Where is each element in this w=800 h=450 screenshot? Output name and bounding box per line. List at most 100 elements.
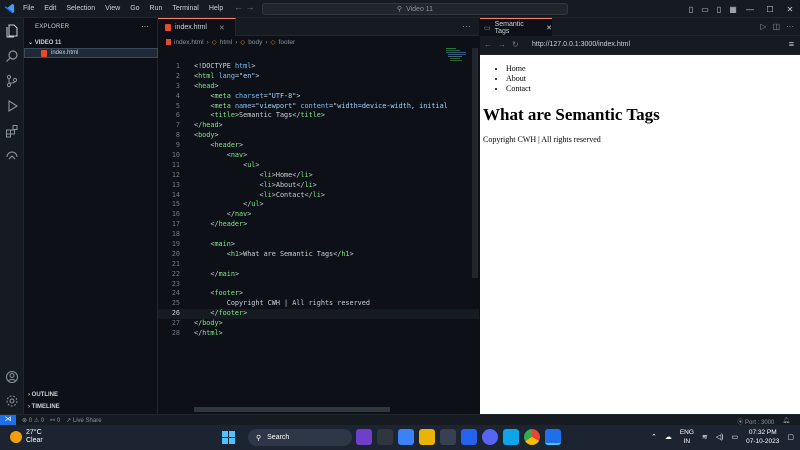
explorer-header: EXPLORER	[35, 24, 70, 30]
reload-icon[interactable]: ↻	[512, 40, 525, 49]
outline-section[interactable]: › OUTLINE	[28, 392, 58, 398]
code-line: 23	[171, 279, 180, 288]
code-line: 15 </ul>	[171, 200, 264, 209]
more-actions-icon[interactable]: ···	[462, 21, 471, 31]
forward-arrow-icon[interactable]: →	[498, 40, 512, 49]
element-icon: ◇	[211, 39, 217, 46]
remote-indicator-icon[interactable]: ⋊	[0, 415, 16, 425]
close-icon[interactable]: ✕	[780, 5, 800, 14]
split-editor-icon[interactable]: ◫	[772, 22, 780, 31]
back-arrow-icon[interactable]: ←	[234, 2, 243, 12]
clock[interactable]: 07:32 PM 07-10-2023	[746, 428, 779, 446]
html-file-icon	[166, 39, 171, 45]
breadcrumb-footer[interactable]: footer	[279, 39, 296, 46]
editor-app-icon[interactable]	[461, 429, 477, 445]
menu-selection[interactable]: Selection	[61, 5, 100, 12]
menu-run[interactable]: Run	[145, 5, 168, 12]
file-explorer-icon[interactable]	[419, 429, 435, 445]
more-actions-icon[interactable]: ···	[141, 22, 149, 31]
media-app-icon[interactable]	[503, 429, 519, 445]
settings-gear-icon[interactable]	[5, 394, 19, 408]
chevron-right-icon: ›	[235, 38, 238, 46]
more-actions-icon[interactable]: ···	[786, 22, 794, 31]
code-line: 8 <body>	[175, 131, 219, 140]
menu-bar: File Edit Selection View Go Run Terminal…	[18, 5, 228, 12]
explorer-icon[interactable]	[5, 24, 19, 38]
layout-icon[interactable]: ▦	[726, 5, 740, 14]
start-windows-icon[interactable]	[222, 431, 235, 444]
clock-date: 07-10-2023	[746, 438, 780, 445]
nav-list: Home About Contact	[506, 64, 531, 94]
menu-terminal[interactable]: Terminal	[167, 5, 203, 12]
weather-widget[interactable]: 27°C Clear	[10, 429, 43, 445]
run-debug-icon[interactable]	[5, 99, 19, 113]
maximize-icon[interactable]: ☐	[760, 5, 780, 14]
forward-arrow-icon[interactable]: →	[246, 2, 255, 12]
menu-help[interactable]: Help	[204, 5, 228, 12]
toggle-sidebar-icon[interactable]: ▯	[684, 5, 698, 14]
discord-icon[interactable]	[482, 429, 498, 445]
account-icon[interactable]	[5, 370, 19, 384]
toggle-panel-icon[interactable]: ▭	[698, 5, 712, 14]
remote-explorer-icon[interactable]	[5, 149, 19, 163]
problems-status[interactable]: ⊗ 0 ⚠ 0	[22, 417, 44, 424]
tab-index-html[interactable]: index.html ✕	[158, 18, 236, 36]
close-icon[interactable]: ✕	[546, 24, 552, 32]
command-center[interactable]: ⚲ Video 11	[262, 3, 568, 15]
vertical-scrollbar[interactable]	[472, 48, 478, 278]
menu-edit[interactable]: Edit	[39, 5, 61, 12]
code-area[interactable]: 1 <!DOCTYPE html> 2 <html lang="en"> 3 <hea…	[158, 62, 479, 339]
battery-icon[interactable]: ▭	[732, 433, 739, 441]
breadcrumb-file[interactable]: index.html	[174, 39, 204, 46]
history-nav: ← →	[234, 2, 255, 12]
volume-icon[interactable]: ◁)	[716, 433, 724, 441]
breadcrumb-html[interactable]: html	[220, 39, 232, 46]
window-controls: ▯ ▭ ▯ ▦ — ☐ ✕	[684, 0, 800, 18]
menu-icon[interactable]: ≡	[789, 39, 794, 49]
app-store-icon[interactable]	[356, 429, 372, 445]
status-bar: ⋊ ⊗ 0 ⚠ 0 ⚯ 0 ↗ Live Share ⦿ Port : 3000…	[0, 414, 800, 426]
terminal-icon[interactable]	[440, 429, 456, 445]
preview-tab-controls: ▷ ◫ ···	[760, 22, 794, 31]
command-center-label: Video 11	[406, 5, 434, 13]
video-app-icon[interactable]	[398, 429, 414, 445]
cloud-icon[interactable]: ☁	[665, 433, 672, 441]
chrome-icon[interactable]	[524, 429, 540, 445]
close-icon[interactable]: ✕	[219, 24, 225, 32]
breadcrumb-body[interactable]: body	[248, 39, 262, 46]
editor-tab-bar: index.html ✕ ···	[158, 18, 479, 36]
tab-semantic-tags[interactable]: ▭ Semantic Tags ✕	[480, 18, 552, 36]
windows-taskbar: 27°C Clear ⚲ Search ⌃ ☁ ENG IN ≋ ◁) ▭ 07…	[0, 425, 800, 450]
preview-tab-bar: ▭ Semantic Tags ✕ ▷ ◫ ···	[480, 18, 800, 36]
task-view-icon[interactable]	[377, 429, 393, 445]
vscode-taskbar-icon[interactable]	[545, 429, 561, 445]
source-control-icon[interactable]	[5, 74, 19, 88]
ports-status[interactable]: ⚯ 0	[50, 417, 60, 424]
extensions-icon[interactable]	[5, 124, 19, 138]
input-language[interactable]: ENG IN	[680, 428, 694, 446]
code-line: 9 <header>	[175, 141, 244, 150]
minimize-icon[interactable]: —	[740, 5, 760, 14]
timeline-section[interactable]: › TIMELINE	[28, 404, 60, 410]
workspace-folder[interactable]: ⌄ VIDEO 11	[28, 39, 61, 46]
menu-go[interactable]: Go	[125, 5, 144, 12]
file-index-html[interactable]: index.html	[24, 48, 158, 58]
menu-view[interactable]: View	[100, 5, 125, 12]
wifi-icon[interactable]: ≋	[702, 433, 708, 441]
file-label: index.html	[51, 50, 79, 56]
url-input[interactable]: http://127.0.0.1:3000/index.html	[532, 41, 630, 48]
system-tray: ⌃ ☁ ENG IN ≋ ◁) ▭ 07:32 PM 07-10-2023 ▢	[651, 428, 794, 446]
code-line: 6 <title>Semantic Tags</title>	[175, 111, 325, 120]
search-icon[interactable]	[5, 49, 19, 63]
horizontal-scrollbar[interactable]	[194, 407, 390, 412]
toggle-secondary-sidebar-icon[interactable]: ▯	[712, 5, 726, 14]
minimap[interactable]	[446, 48, 470, 88]
notification-center-icon[interactable]: ▢	[787, 433, 794, 441]
live-share-status[interactable]: ↗ Live Share	[66, 417, 101, 424]
taskbar-search[interactable]: ⚲ Search	[248, 429, 352, 446]
run-icon[interactable]: ▷	[760, 22, 766, 31]
chevron-up-icon[interactable]: ⌃	[651, 433, 657, 441]
menu-file[interactable]: File	[18, 5, 39, 12]
search-icon: ⚲	[256, 434, 262, 442]
back-arrow-icon[interactable]: ←	[484, 40, 498, 49]
